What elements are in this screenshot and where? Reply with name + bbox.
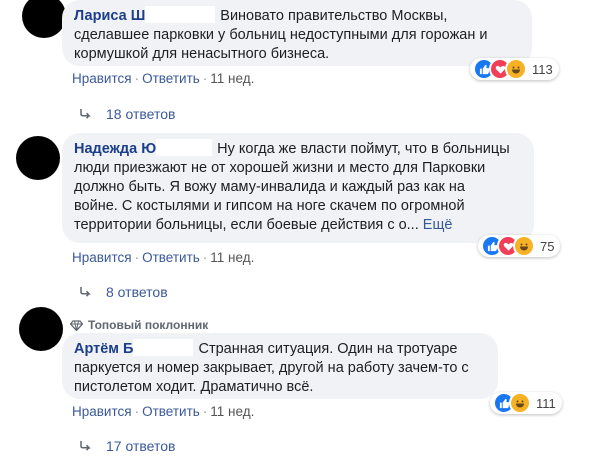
comment-line: территории больницы, если боевые действи… [74,217,419,233]
reply-arrow-icon [80,287,91,297]
reaction-count: 75 [540,238,555,254]
avatar[interactable] [16,136,60,180]
comment-actions: Нравится · Ответить · 11 нед. [72,250,254,265]
see-more-link[interactable]: Ещё [423,217,453,233]
reactions-summary[interactable]: 75 [478,235,561,257]
reply-link[interactable]: Ответить [142,71,200,86]
separator: · [134,404,140,419]
separator: · [134,250,140,265]
comment-author[interactable]: Лариса Ш [74,8,145,24]
diamond-icon [70,319,83,331]
view-replies-link[interactable]: 17 ответов [80,438,175,454]
replies-count-label: 17 ответов [106,438,176,454]
comment-line: Ну когда же власти поймут, что в больниц… [217,141,510,157]
reactions-summary[interactable]: 113 [470,58,559,80]
comment-line: должно быть. Я вожу маму-инвалида и кажд… [74,179,465,195]
comment-line: люди приезжают не от хорошей жизни и мес… [74,160,486,176]
reply-arrow-icon [80,109,91,119]
reactions-summary[interactable]: 111 [490,392,562,414]
separator: · [202,404,208,419]
haha-reaction-icon [509,392,531,414]
comment-text: Лариса Ш Виновато правительство Москвы, с… [74,6,520,64]
separator: · [134,71,140,86]
top-fan-badge: Топовый поклонник [70,318,208,332]
comment-bubble: Лариса Ш Виновато правительство Москвы, с… [62,0,532,66]
avatar[interactable] [22,0,66,38]
comment-author[interactable]: Артём Б [74,341,133,357]
like-link[interactable]: Нравится [72,404,132,419]
redaction [156,139,213,156]
comment-line: войне. С костылями и гипсом на ноге скач… [74,198,465,214]
timestamp[interactable]: 11 нед. [210,404,254,419]
view-replies-link[interactable]: 18 ответов [80,106,175,122]
comment-line: паркуется и номер закрывает, другой на р… [74,360,469,376]
comment-text: Надежда Ю Ну когда же власти поймут, что … [74,139,522,235]
badge-label: Топовый поклонник [88,318,209,332]
redaction [133,339,194,356]
comment-line: Виновато правительство Москвы, [220,8,448,24]
haha-reaction-icon [505,58,527,80]
redaction [145,6,216,23]
comment-actions: Нравится · Ответить · 11 нед. [72,404,254,419]
timestamp[interactable]: 11 нед. [210,250,254,265]
comment-bubble: Надежда Ю Ну когда же власти поймут, что … [62,133,534,243]
comment-line: кормушкой для ненасытного бизнеса. [74,46,330,62]
reaction-count: 113 [532,61,553,77]
view-replies-link[interactable]: 8 ответов [80,284,168,300]
reply-link[interactable]: Ответить [142,404,200,419]
comment-author[interactable]: Надежда Ю [74,141,156,157]
separator: · [202,250,208,265]
comment-text: Артём Б Странная ситуация. Один на тротуа… [74,339,486,397]
like-link[interactable]: Нравится [72,71,132,86]
reply-link[interactable]: Ответить [142,250,200,265]
reaction-count: 111 [536,395,556,411]
comment-line: сделавшее парковки у больниц недоступным… [74,27,488,43]
comment-actions: Нравится · Ответить · 11 нед. [72,71,254,86]
comment-line: Странная ситуация. Один на тротуаре [198,341,458,357]
timestamp[interactable]: 11 нед. [210,71,254,86]
replies-count-label: 18 ответов [106,106,176,122]
reply-arrow-icon [80,441,91,451]
comment-line: пистолетом ходит. Драматично всё. [74,379,314,395]
replies-count-label: 8 ответов [106,284,168,300]
haha-reaction-icon [513,235,535,257]
separator: · [202,71,208,86]
comment-bubble: Артём Б Странная ситуация. Один на тротуа… [62,333,498,399]
avatar[interactable] [19,307,63,351]
like-link[interactable]: Нравится [72,250,132,265]
